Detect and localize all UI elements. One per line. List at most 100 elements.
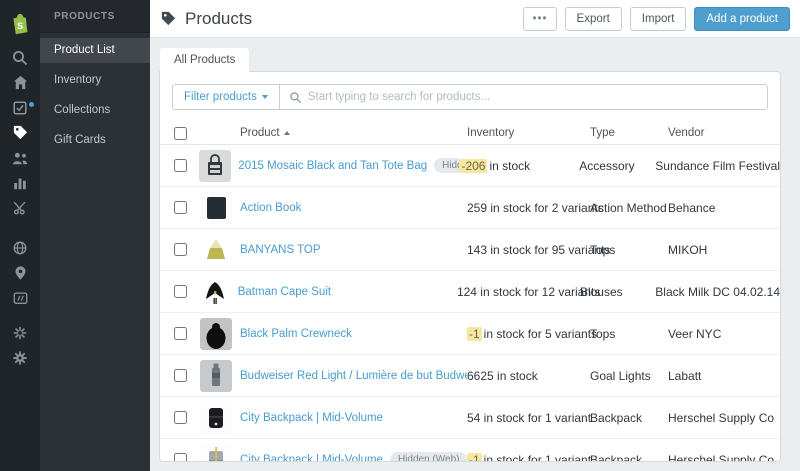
product-thumbnail xyxy=(200,360,232,392)
page-header: Products ••• Export Import Add a product xyxy=(150,0,800,38)
inventory-cell: 124 in stock for 12 variants xyxy=(457,285,580,299)
discounts-icon[interactable] xyxy=(0,195,40,220)
shopify-logo[interactable]: S xyxy=(0,7,40,41)
tab-all-products[interactable]: All Products xyxy=(160,48,249,72)
online-store-icon[interactable] xyxy=(0,235,40,260)
product-link[interactable]: City Backpack | Mid-Volume xyxy=(240,412,383,424)
hidden-web-badge: Hidden (Web) xyxy=(390,452,467,461)
inventory-text: 54 in stock for 1 variant xyxy=(467,411,591,425)
product-thumbnail xyxy=(199,276,231,308)
product-vendor: Behance xyxy=(668,201,780,215)
product-type: Backpack xyxy=(590,411,668,425)
product-thumbnail xyxy=(200,444,232,462)
table-header: Product Inventory Type Vendor xyxy=(160,122,780,145)
product-link[interactable]: Action Book xyxy=(240,202,301,214)
search-input[interactable] xyxy=(308,91,758,103)
row-checkbox[interactable] xyxy=(174,369,187,382)
sidebar-item-gift-cards[interactable]: Gift Cards xyxy=(40,128,150,153)
sidebar-item-inventory[interactable]: Inventory xyxy=(40,68,150,93)
product-thumbnail xyxy=(199,150,231,182)
inventory-warning: -206 xyxy=(459,159,487,173)
product-type: Backpack xyxy=(590,453,668,462)
product-vendor: Labatt xyxy=(668,369,780,383)
orders-icon[interactable] xyxy=(0,95,40,120)
select-all-checkbox[interactable] xyxy=(174,127,187,140)
table-row: 2015 Mosaic Black and Tan Tote Bag Hidden… xyxy=(160,145,780,187)
customers-icon[interactable] xyxy=(0,145,40,170)
product-type: Action Method xyxy=(590,201,668,215)
product-type: Blouses xyxy=(580,285,655,299)
sidebar-item-collections[interactable]: Collections xyxy=(40,98,150,123)
row-checkbox[interactable] xyxy=(174,453,187,461)
product-link[interactable]: 2015 Mosaic Black and Tan Tote Bag xyxy=(238,160,427,172)
product-type: Accessory xyxy=(579,159,655,173)
products-icon[interactable] xyxy=(0,120,40,145)
product-link[interactable]: Batman Cape Suit xyxy=(238,286,331,298)
import-button[interactable]: Import xyxy=(630,7,687,31)
export-button[interactable]: Export xyxy=(565,7,622,31)
product-vendor: Sundance Film Festival xyxy=(655,159,780,173)
search-icon[interactable] xyxy=(0,45,40,70)
sort-ascending-icon xyxy=(284,131,290,135)
filter-bar: Filter products xyxy=(172,84,768,110)
product-link[interactable]: City Backpack | Mid-Volume xyxy=(240,454,383,462)
svg-text:S: S xyxy=(17,21,23,31)
product-link[interactable]: Budweiser Red Light / Lumière de but Bud… xyxy=(240,370,467,382)
row-checkbox[interactable] xyxy=(174,243,187,256)
column-product[interactable]: Product xyxy=(240,127,467,139)
row-checkbox[interactable] xyxy=(174,285,187,298)
inventory-cell: 259 in stock for 2 variants xyxy=(467,201,590,215)
inventory-text: 143 in stock for 95 variants xyxy=(467,243,610,257)
buy-button-icon[interactable] xyxy=(0,285,40,310)
product-link[interactable]: BANYANS TOP xyxy=(240,244,321,256)
product-type: Tops xyxy=(590,243,668,257)
product-type: Goal Lights xyxy=(590,369,668,383)
add-product-button[interactable]: Add a product xyxy=(694,7,790,31)
inventory-text: in stock for 5 variants xyxy=(484,327,597,341)
column-vendor[interactable]: Vendor xyxy=(668,127,780,139)
settings-icon[interactable] xyxy=(0,345,40,370)
row-checkbox[interactable] xyxy=(174,411,187,424)
table-row: City Backpack | Mid-Volume 54 in stock f… xyxy=(160,397,780,439)
product-vendor: Herschel Supply Co xyxy=(668,453,780,462)
table-row: Batman Cape Suit 124 in stock for 12 var… xyxy=(160,271,780,313)
orders-notification-dot xyxy=(29,102,34,107)
reports-icon[interactable] xyxy=(0,170,40,195)
inventory-cell: -1in stock for 1 variant xyxy=(467,453,590,462)
caret-down-icon xyxy=(262,95,268,99)
home-icon[interactable] xyxy=(0,70,40,95)
table-row: City Backpack | Mid-Volume Hidden (Web) -… xyxy=(160,439,780,461)
sidebar-item-product-list[interactable]: Product List xyxy=(40,38,150,63)
product-vendor: Black Milk DC 04.02.14 xyxy=(655,285,780,299)
column-inventory[interactable]: Inventory xyxy=(467,127,590,139)
product-thumbnail xyxy=(200,318,232,350)
row-checkbox[interactable] xyxy=(174,159,187,172)
table-row: Action Book 259 in stock for 2 variants … xyxy=(160,187,780,229)
page-title: Products xyxy=(185,9,252,29)
column-product-label: Product xyxy=(240,127,280,139)
app-rail: S xyxy=(0,0,40,471)
inventory-warning: -1 xyxy=(467,453,482,462)
sidebar-section-title: PRODUCTS xyxy=(40,0,150,33)
content-area: All Products Filter products xyxy=(150,38,800,471)
products-card: Filter products Product Inven xyxy=(160,72,780,461)
row-checkbox[interactable] xyxy=(174,327,187,340)
filter-products-button[interactable]: Filter products xyxy=(173,85,280,109)
product-link[interactable]: Black Palm Crewneck xyxy=(240,328,352,340)
product-thumbnail xyxy=(200,234,232,266)
product-vendor: Veer NYC xyxy=(668,327,780,341)
row-checkbox[interactable] xyxy=(174,201,187,214)
inventory-cell: -206in stock xyxy=(459,159,579,173)
inventory-text: 124 in stock for 12 variants xyxy=(457,285,600,299)
inventory-cell: -1in stock for 5 variants xyxy=(467,327,590,341)
inventory-warning: -1 xyxy=(467,327,482,341)
point-of-sale-icon[interactable] xyxy=(0,260,40,285)
product-thumbnail xyxy=(200,402,232,434)
filter-products-label: Filter products xyxy=(184,91,257,103)
inventory-text: 6625 in stock xyxy=(467,369,538,383)
apps-icon[interactable] xyxy=(0,320,40,345)
column-type[interactable]: Type xyxy=(590,127,668,139)
inventory-cell: 6625 in stock xyxy=(467,369,590,383)
more-actions-button[interactable]: ••• xyxy=(523,7,556,31)
hidden-web-badge: Hidden (Web) xyxy=(434,158,459,173)
